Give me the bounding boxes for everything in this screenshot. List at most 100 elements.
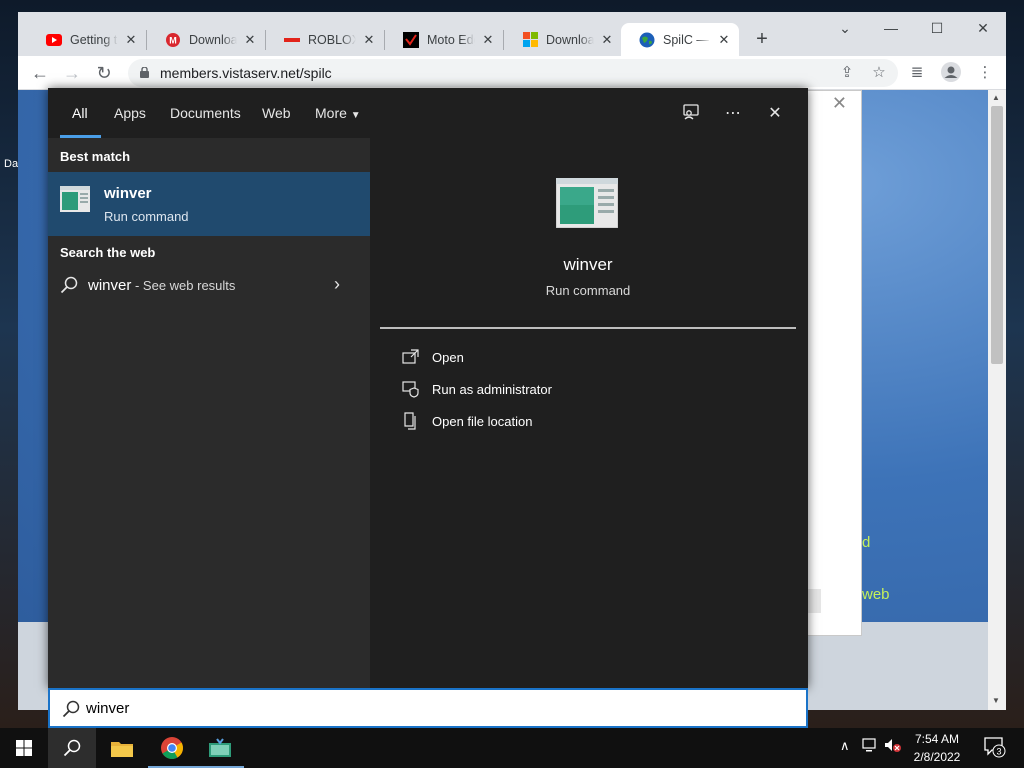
taskbar-search-button[interactable] <box>48 728 96 768</box>
microsoft-icon <box>522 32 538 48</box>
page-scrollbar[interactable]: ▲ ▼ <box>988 90 1006 710</box>
page-link-text[interactable]: d <box>862 534 870 551</box>
web-result-suffix: - See web results <box>131 278 236 293</box>
results-list: Best match winver Run command Search the… <box>48 138 370 688</box>
taskbar: ∧ 7:54 AM 2/8/2022 3 <box>0 728 1024 768</box>
close-tab-icon[interactable]: ✕ <box>124 32 138 47</box>
roblox-icon <box>284 32 300 48</box>
taskbar-app[interactable] <box>196 728 244 768</box>
close-tab-icon[interactable]: ✕ <box>600 32 614 47</box>
folder-icon <box>111 742 133 757</box>
best-match-subtitle: Run command <box>104 209 189 224</box>
lock-icon <box>140 67 149 78</box>
windows-logo-icon <box>16 740 32 756</box>
globe-icon <box>639 32 655 48</box>
volume-muted-icon[interactable] <box>884 738 902 755</box>
verizon-icon <box>403 31 419 48</box>
url-text: members.vistaserv.net/spilc <box>160 65 332 81</box>
address-bar[interactable]: members.vistaserv.net/spilc <box>128 59 898 87</box>
scroll-down-icon[interactable]: ▼ <box>992 696 1000 705</box>
close-tab-icon[interactable]: ✕ <box>717 32 731 47</box>
search-web-heading: Search the web <box>60 245 156 260</box>
maximize-button[interactable]: ☐ <box>914 14 960 42</box>
caret-down-icon: ▼ <box>350 110 361 121</box>
open-file-location-action[interactable]: Open file location <box>402 410 702 434</box>
tab-moto-edge[interactable]: Moto Edg ✕ <box>385 23 503 56</box>
dialog-button[interactable] <box>807 589 821 613</box>
chevron-right-icon[interactable]: › <box>334 274 340 295</box>
scroll-up-icon[interactable]: ▲ <box>992 93 1000 102</box>
best-match-item[interactable]: winver Run command <box>48 172 370 236</box>
search-filter-bar: All Apps Documents Web More ▼ ⋯ ✕ <box>48 88 808 138</box>
best-match-heading: Best match <box>60 149 131 164</box>
tab-roblox[interactable]: ROBLOX ✕ <box>266 23 384 56</box>
search-icon <box>60 276 78 294</box>
tab-all[interactable]: All <box>72 105 88 121</box>
chrome-icon <box>161 737 183 759</box>
web-result-term: winver <box>88 277 132 294</box>
search-input[interactable] <box>86 696 786 720</box>
taskbar-chrome[interactable] <box>148 728 196 768</box>
dialog-close-icon[interactable]: ✕ <box>832 93 847 114</box>
clock-date: 2/8/2022 <box>913 750 961 764</box>
media-control-icon[interactable]: ≣ <box>906 62 928 84</box>
back-button[interactable]: ← <box>27 60 53 86</box>
preview-name: winver <box>563 255 613 274</box>
show-hidden-icons[interactable]: ∧ <box>840 738 850 754</box>
app-window-icon <box>209 738 231 757</box>
notifications-icon[interactable]: 3 <box>984 736 1006 761</box>
search-icon <box>62 700 80 718</box>
reload-button[interactable]: ↻ <box>91 60 117 86</box>
tab-documents[interactable]: Documents <box>170 105 241 121</box>
tab-web[interactable]: Web <box>262 105 291 121</box>
share-icon[interactable]: ⇪ <box>836 62 858 84</box>
youtube-icon <box>46 32 62 48</box>
tab-spilc[interactable]: SpilC — V ✕ <box>621 23 739 56</box>
file-location-icon <box>404 412 416 430</box>
close-window-button[interactable]: ✕ <box>960 14 1006 42</box>
minimize-button[interactable]: — <box>868 14 914 42</box>
winver-large-icon <box>556 178 618 228</box>
tab-youtube[interactable]: Getting th ✕ <box>28 23 146 56</box>
search-box[interactable] <box>48 688 808 728</box>
tab-microsoft[interactable]: Download ✕ <box>504 23 622 56</box>
close-tab-icon[interactable]: ✕ <box>481 32 495 47</box>
preview-divider <box>380 327 796 329</box>
open-action[interactable]: Open <box>402 346 702 370</box>
preview-pane: winver Run command Open Run as administr… <box>380 150 796 688</box>
close-search-icon[interactable]: ✕ <box>764 103 786 125</box>
taskbar-file-explorer[interactable] <box>98 728 146 768</box>
page-link-text[interactable]: web <box>862 586 890 603</box>
notification-count: 3 <box>996 747 1001 757</box>
mega-icon: M <box>165 32 181 48</box>
clock[interactable]: 7:54 AM 2/8/2022 <box>904 730 970 766</box>
web-result-item[interactable]: winver - See web results › <box>48 266 370 306</box>
tab-more[interactable]: More ▼ <box>315 105 361 121</box>
new-tab-button[interactable]: + <box>750 27 774 51</box>
scrollbar-thumb[interactable] <box>991 106 1003 364</box>
desktop-icon-label[interactable]: Da <box>4 158 18 170</box>
profile-avatar-icon[interactable] <box>940 62 962 84</box>
start-search-panel: All Apps Documents Web More ▼ ⋯ ✕ Best m… <box>48 88 808 688</box>
tab-search-icon[interactable]: ⌄ <box>822 14 868 42</box>
feedback-icon[interactable] <box>680 103 702 125</box>
forward-button[interactable]: → <box>59 60 85 86</box>
svg-text:M: M <box>169 35 177 45</box>
tab-apps[interactable]: Apps <box>114 105 146 121</box>
network-icon[interactable] <box>862 738 878 755</box>
tab-mega[interactable]: M Download ✕ <box>147 23 265 56</box>
menu-kebab-icon[interactable]: ⋮ <box>974 62 996 84</box>
start-button[interactable] <box>0 728 48 768</box>
best-match-name: winver <box>104 185 152 202</box>
bookmark-star-icon[interactable]: ☆ <box>868 62 890 84</box>
search-icon <box>63 739 81 757</box>
close-tab-icon[interactable]: ✕ <box>243 32 257 47</box>
preview-subtitle: Run command <box>545 283 631 298</box>
close-tab-icon[interactable]: ✕ <box>362 32 376 47</box>
browser-toolbar: ← → ↻ members.vistaserv.net/spilc ⇪ ☆ ≣ … <box>18 56 1006 90</box>
clock-time: 7:54 AM <box>914 732 960 746</box>
run-as-admin-action[interactable]: Run as administrator <box>402 378 702 402</box>
tab-strip: Getting th ✕ M Download ✕ ROBLOX ✕ Moto … <box>18 12 1006 56</box>
winver-app-icon <box>60 186 90 212</box>
more-options-icon[interactable]: ⋯ <box>722 103 744 125</box>
